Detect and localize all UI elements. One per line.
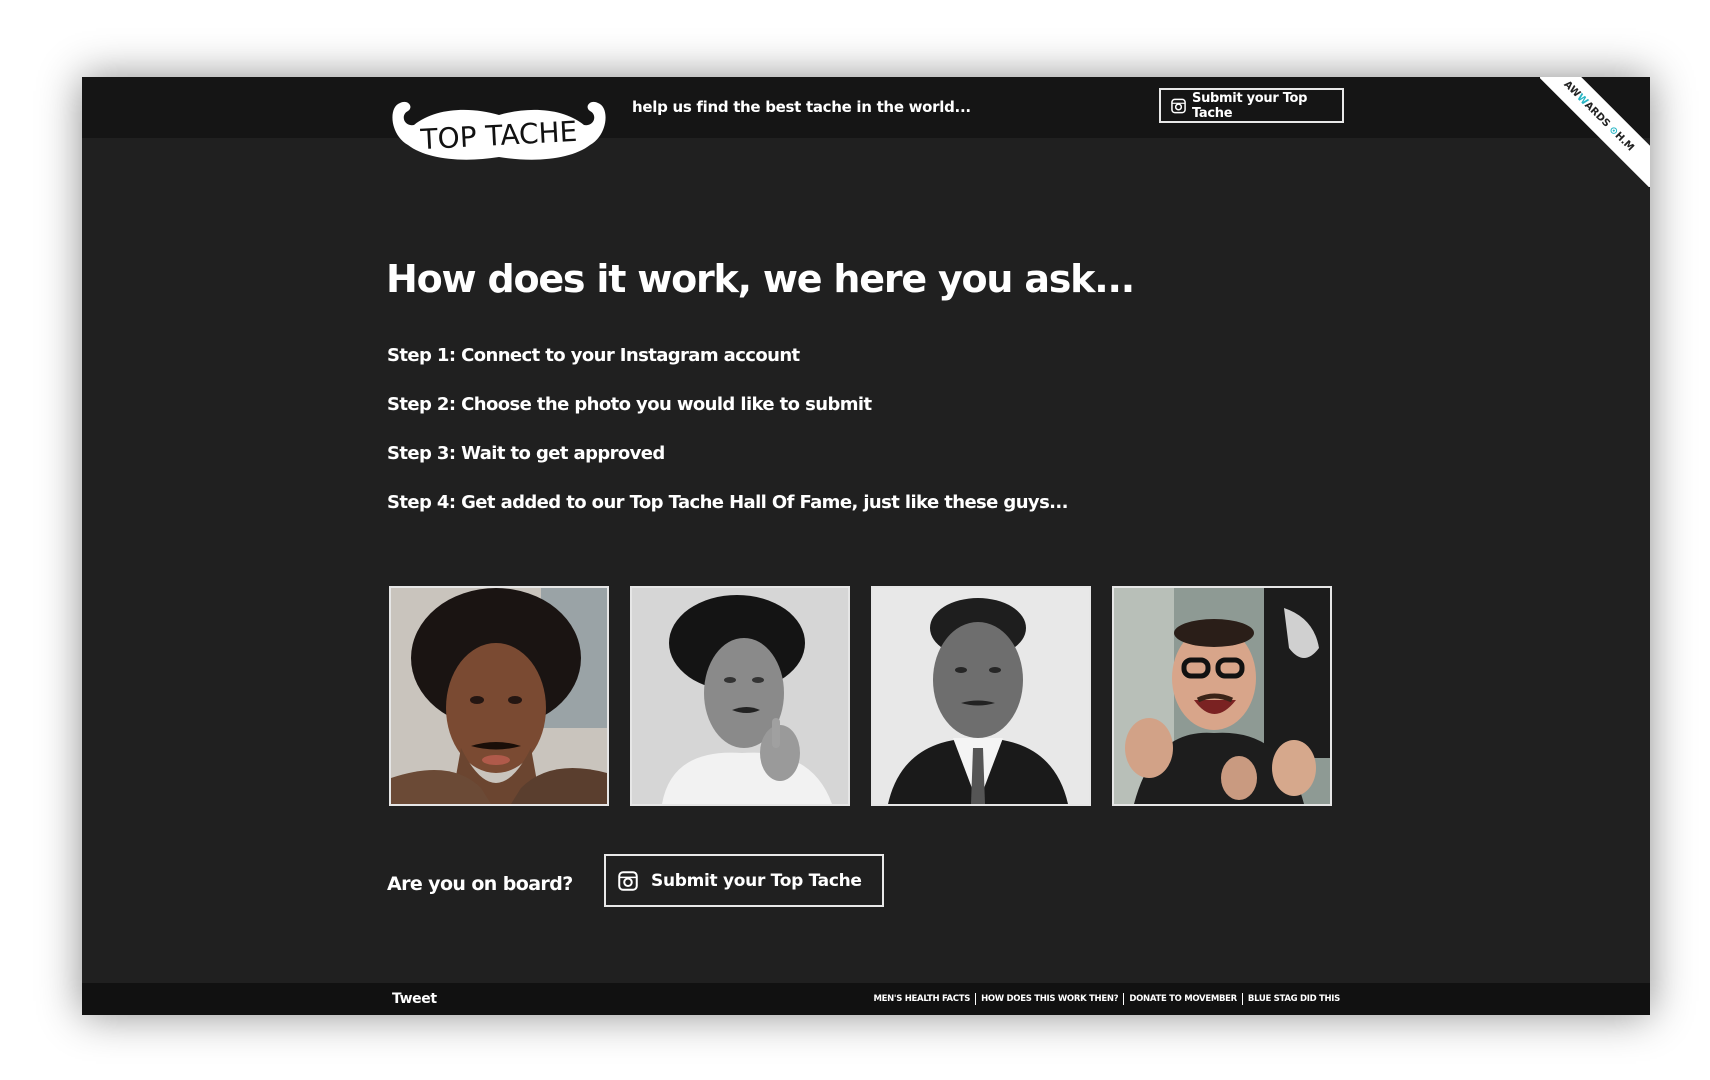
hall-of-fame-gallery	[389, 586, 1332, 806]
man-with-afro-mustache-photo[interactable]	[389, 586, 609, 806]
man-laughing-glasses-photo[interactable]	[1112, 586, 1332, 806]
tweet-button[interactable]: Tweet	[392, 991, 437, 1007]
man-black-white-thinking-photo[interactable]	[630, 586, 850, 806]
site-footer: Tweet MEN'S HEALTH FACTS HOW DOES THIS W…	[82, 983, 1650, 1015]
footer-nav: MEN'S HEALTH FACTS HOW DOES THIS WORK TH…	[868, 993, 1345, 1005]
step-item: Step 1: Connect to your Instagram accoun…	[387, 345, 800, 366]
instagram-icon	[618, 870, 638, 891]
site-header: TOP TACHE help us find the best tache in…	[82, 77, 1650, 187]
header-submit-label: Submit your Top Tache	[1192, 90, 1308, 121]
top-tache-logo[interactable]: TOP TACHE	[386, 77, 612, 167]
on-board-label: Are you on board?	[387, 873, 573, 895]
man-in-suit-mustache-photo[interactable]	[871, 586, 1091, 806]
steps-list: Step 1: Connect to your Instagram accoun…	[387, 345, 1069, 541]
main-submit-button[interactable]: Submit your Top Tache	[604, 854, 884, 907]
footer-link-how-it-works[interactable]: HOW DOES THIS WORK THEN?	[975, 993, 1123, 1005]
step-item: Step 3: Wait to get approved	[387, 443, 665, 464]
footer-link-mens-health[interactable]: MEN'S HEALTH FACTS	[868, 993, 975, 1005]
site-tagline: help us find the best tache in the world…	[632, 98, 971, 116]
step-item: Step 4: Get added to our Top Tache Hall …	[387, 492, 1069, 513]
browser-viewport: TOP TACHE help us find the best tache in…	[82, 77, 1650, 1015]
awwwards-ribbon[interactable]: AW W ARDS ⊙ H.M	[1540, 77, 1650, 187]
footer-link-donate[interactable]: DONATE TO MOVEMBER	[1123, 993, 1242, 1005]
main-submit-label: Submit your Top Tache	[651, 870, 862, 891]
step-item: Step 2: Choose the photo you would like …	[387, 394, 872, 415]
page-title: How does it work, we here you ask...	[386, 257, 1135, 301]
header-submit-button[interactable]: Submit your Top Tache	[1159, 88, 1344, 123]
instagram-icon	[1171, 98, 1186, 113]
mustache-logo-icon: TOP TACHE	[392, 101, 606, 160]
footer-link-blue-stag[interactable]: BLUE STAG DID THIS	[1241, 993, 1345, 1005]
